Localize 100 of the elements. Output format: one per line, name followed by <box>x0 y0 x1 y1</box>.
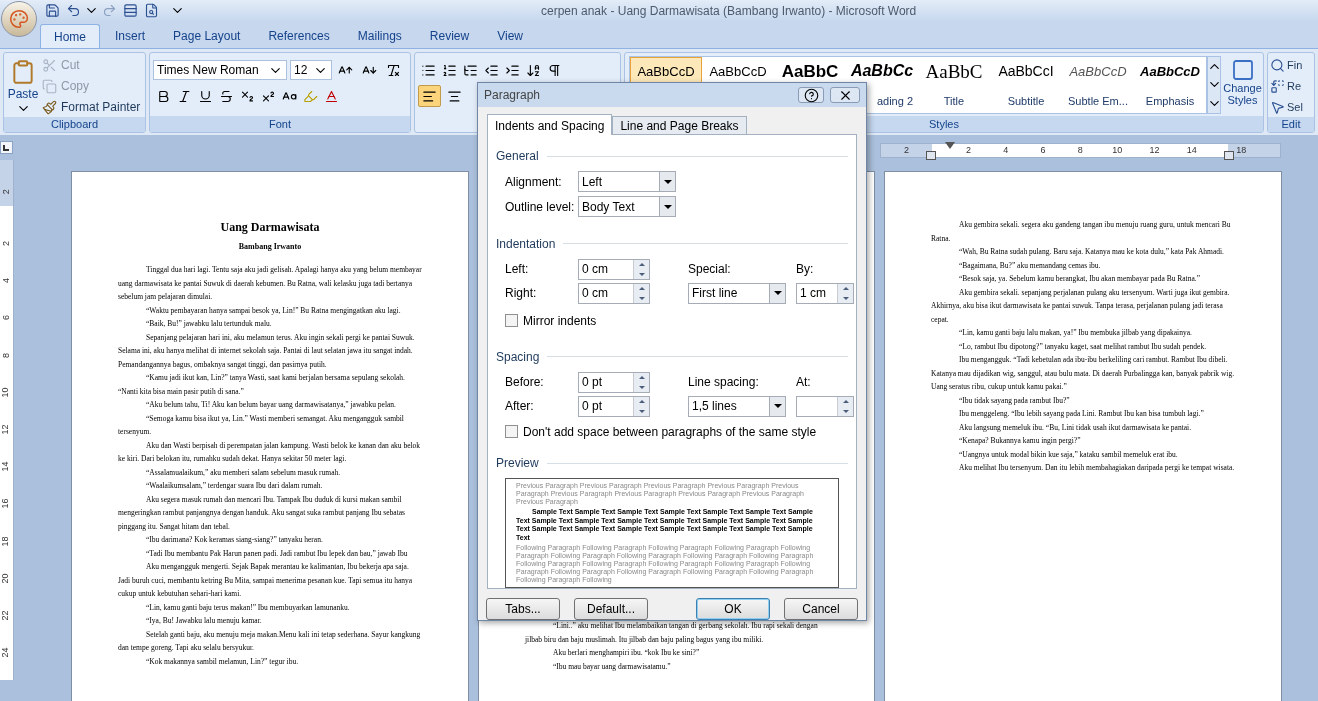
ruler-number: 22 <box>0 610 12 621</box>
pilcrow-icon[interactable] <box>547 62 562 78</box>
dropdown-field[interactable]: First line <box>688 282 786 304</box>
print-preview-icon[interactable] <box>144 3 159 18</box>
ribbon-tab[interactable]: Mailings <box>344 24 415 48</box>
replace-icon <box>1270 78 1285 94</box>
indent-marker-icon[interactable] <box>926 151 936 160</box>
horizontal-ruler[interactable]: 2 2 4 6 8 10 12 14 18 <box>880 143 1281 158</box>
ruler-number: 8 <box>0 352 12 358</box>
spin-field[interactable]: 1 cm <box>796 282 854 304</box>
align-left-icon <box>422 88 437 104</box>
font-name-field[interactable]: Times New Roman <box>153 60 287 80</box>
vertical-ruler[interactable]: 2 2 4 6 8 10 12 14 16 18 20 22 24 <box>0 160 14 680</box>
group-label: Edit <box>1281 119 1301 130</box>
undo-icon[interactable] <box>66 3 81 18</box>
spinner-icon[interactable] <box>633 259 649 279</box>
editing-command[interactable]: Fin <box>1270 55 1314 75</box>
spinner-icon[interactable] <box>837 283 853 303</box>
spin-field[interactable]: 0 pt <box>578 395 650 417</box>
spin-field[interactable] <box>796 395 854 417</box>
group-label: Styles <box>929 118 959 130</box>
ruler-number: 8 <box>1076 143 1084 157</box>
close-button[interactable] <box>830 87 860 103</box>
editing-command[interactable]: Sel <box>1270 97 1314 117</box>
first-line-marker-icon[interactable] <box>945 142 955 149</box>
increase-indent-icon[interactable] <box>505 62 520 78</box>
ribbon-tab[interactable]: Insert <box>102 24 159 48</box>
window-title: cerpen anak - Uang Darmawisata (Bambang Irwanto) - Microsoft Word <box>541 2 917 20</box>
ribbon-tab[interactable]: Home <box>40 24 100 48</box>
field-label: Before: <box>505 374 545 392</box>
bold-icon[interactable] <box>156 88 171 104</box>
superscript-icon[interactable] <box>261 88 276 104</box>
help-button[interactable] <box>798 87 824 103</box>
spinner-icon[interactable] <box>633 283 649 303</box>
bullets-icon[interactable] <box>421 62 436 78</box>
dropdown-field[interactable]: Left <box>578 171 676 192</box>
clipboard-command[interactable]: Format Painter <box>42 97 141 117</box>
ribbon-tab[interactable]: Review <box>416 24 483 48</box>
section-heading: Preview <box>496 455 539 472</box>
field-label: By: <box>796 261 815 279</box>
change-styles-button[interactable]: Change Styles <box>1222 56 1263 106</box>
help-icon <box>803 87 819 103</box>
gallery-scroll-bar[interactable] <box>1207 56 1221 114</box>
field-label: After: <box>505 398 535 416</box>
ruler-number: 14 <box>1185 143 1198 157</box>
decrease-indent-icon[interactable] <box>484 62 499 78</box>
spin-field[interactable]: 0 pt <box>578 371 650 393</box>
spinner-icon[interactable] <box>633 372 649 392</box>
ruler-number: 6 <box>1039 143 1047 157</box>
field-value: 0 pt <box>581 374 603 392</box>
dialog-button[interactable]: Default... <box>574 598 648 620</box>
subscript-icon[interactable] <box>240 88 255 104</box>
ruler-number: 12 <box>1148 143 1161 157</box>
field-value: Left <box>581 173 603 191</box>
ruler-number: 10 <box>0 387 12 398</box>
dropdown-field[interactable]: Body Text <box>578 196 676 217</box>
save-icon[interactable] <box>45 3 60 18</box>
ruler-number: 2 <box>965 143 973 157</box>
ribbon-tab[interactable]: Page Layout <box>160 24 254 48</box>
editing-command[interactable]: Re <box>1270 76 1314 96</box>
multilevel-list-icon[interactable] <box>463 62 478 78</box>
group-label: Clipboard <box>50 119 99 130</box>
strikethrough-icon[interactable] <box>219 88 234 104</box>
spin-field[interactable]: 0 cm <box>578 258 650 280</box>
dialog-tab[interactable]: Indents and Spacing <box>487 114 613 135</box>
spinner-icon[interactable] <box>837 396 853 416</box>
italic-icon[interactable] <box>177 88 192 104</box>
field-value: 1 cm <box>799 285 827 303</box>
sort-icon[interactable] <box>526 62 541 78</box>
font-size-field[interactable]: 12 <box>290 60 332 80</box>
dialog-button[interactable]: Tabs... <box>486 598 560 620</box>
dialog-tab[interactable]: Line and Page Breaks <box>612 116 747 134</box>
copy-icon <box>42 78 57 94</box>
scissors-icon <box>42 57 57 73</box>
checkbox[interactable] <box>505 314 518 328</box>
underline-icon[interactable] <box>198 88 213 104</box>
ruler-number: 2 <box>0 188 12 194</box>
clear-formatting-icon[interactable] <box>386 62 401 78</box>
spin-field[interactable]: 0 cm <box>578 282 650 304</box>
dialog-button[interactable]: Cancel <box>784 598 858 620</box>
right-indent-marker-icon[interactable] <box>1224 151 1234 160</box>
ruler-number: 4 <box>0 278 12 284</box>
list-icon[interactable] <box>123 3 138 18</box>
ruler-number: 18 <box>1236 143 1247 157</box>
tab-selector-icon[interactable] <box>0 141 13 154</box>
spinner-icon[interactable] <box>633 396 649 416</box>
font-color-icon[interactable] <box>324 88 339 104</box>
dialog-button[interactable]: OK <box>696 598 770 620</box>
search-icon <box>1270 57 1285 73</box>
field-value: First line <box>691 285 739 303</box>
dialog-title: Paragraph <box>484 87 542 104</box>
ruler-number: 2 <box>0 241 12 247</box>
ribbon-tab[interactable]: References <box>255 24 343 48</box>
paste-button[interactable]: Paste <box>4 53 42 117</box>
ribbon-tab[interactable]: View <box>484 24 536 48</box>
numbering-icon[interactable] <box>442 62 457 78</box>
align-button[interactable] <box>418 85 441 107</box>
dropdown-field[interactable]: 1,5 lines <box>688 395 786 417</box>
field-value: Body Text <box>581 198 636 216</box>
checkbox[interactable] <box>505 425 518 439</box>
